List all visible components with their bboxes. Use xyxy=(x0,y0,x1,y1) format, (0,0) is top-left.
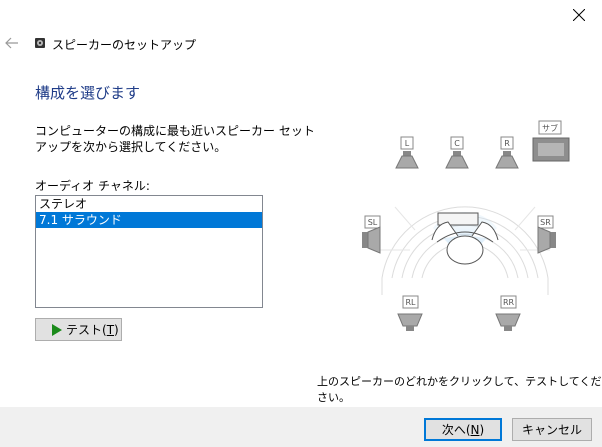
close-button[interactable] xyxy=(556,0,602,30)
speaker-side-right[interactable]: SR xyxy=(537,215,556,254)
audio-channel-listbox[interactable]: ステレオ 7.1 サラウンド xyxy=(35,195,263,308)
svg-text:C: C xyxy=(454,139,460,148)
play-icon xyxy=(52,323,62,336)
svg-text:L: L xyxy=(405,139,410,148)
window-title: スピーカーのセットアップ xyxy=(52,38,197,52)
speaker-subwoofer[interactable]: サブ xyxy=(532,120,570,162)
instruction-text: 上のスピーカーのどれかをクリックして、テストしてください。 xyxy=(317,375,602,404)
speaker-icon xyxy=(35,38,45,48)
list-item-stereo[interactable]: ステレオ xyxy=(36,196,262,212)
back-arrow-icon xyxy=(5,37,18,49)
speaker-diagram: L C R サブ SL SR RL RR xyxy=(362,120,570,331)
cancel-button[interactable]: キャンセル xyxy=(512,418,592,441)
svg-text:サブ: サブ xyxy=(542,123,558,133)
svg-text:SL: SL xyxy=(368,218,378,227)
back-button[interactable] xyxy=(2,33,22,53)
speaker-side-left[interactable]: SL xyxy=(362,215,381,254)
close-icon xyxy=(573,9,585,21)
speaker-front-right[interactable]: R xyxy=(495,136,519,169)
page-heading: 構成を選びます xyxy=(35,84,141,102)
speaker-front-left[interactable]: L xyxy=(395,136,419,169)
page-description: コンピューターの構成に最も近いスピーカー セットアップを次から選択してください。 xyxy=(35,124,315,154)
speaker-rear-right[interactable]: RR xyxy=(495,295,521,331)
svg-text:RL: RL xyxy=(405,298,416,307)
list-item-7-1-surround[interactable]: 7.1 サラウンド xyxy=(36,212,262,228)
svg-text:R: R xyxy=(504,139,510,148)
svg-text:RR: RR xyxy=(503,298,515,307)
speaker-rear-left[interactable]: RL xyxy=(397,295,423,331)
test-button-label: テスト(T) xyxy=(66,323,119,337)
test-button[interactable]: テスト(T) xyxy=(35,318,122,341)
next-button[interactable]: 次へ(N) xyxy=(424,418,502,441)
speaker-center[interactable]: C xyxy=(445,136,469,169)
audio-channel-label: オーディオ チャネル: xyxy=(35,179,150,193)
svg-text:SR: SR xyxy=(540,218,551,227)
